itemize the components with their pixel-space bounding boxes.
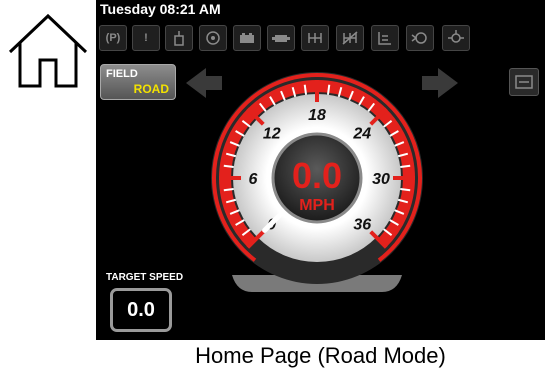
gauge-tick-label: 6: [249, 171, 258, 188]
gauge-tick-label: 36: [353, 216, 371, 233]
parking-brake-glyph: (P): [105, 32, 121, 44]
gauge-tick-label: 24: [352, 126, 371, 143]
gauge-minor-tick: [303, 84, 308, 95]
gauge-tick-label: 12: [263, 126, 281, 143]
parking-brake-icon: (P): [99, 25, 127, 51]
datetime: Tuesday 08:21 AM: [100, 1, 221, 17]
target-speed-input[interactable]: 0.0: [110, 288, 172, 332]
filter-icon: [442, 25, 470, 51]
mode-road-label: ROAD: [133, 82, 169, 96]
target-speed-label: TARGET SPEED: [106, 272, 184, 283]
transmission-fault-icon: [336, 25, 364, 51]
engine-oil-pressure-icon: [199, 25, 227, 51]
gauge-minor-tick: [223, 164, 234, 169]
hydraulic-level-icon: [371, 25, 399, 51]
side-menu-button[interactable]: [509, 68, 539, 96]
vehicle-display: Tuesday 08:21 AM (P)! FIELD ROAD 6 12 18…: [96, 0, 545, 340]
pump-icon: [406, 25, 434, 51]
home-icon[interactable]: [6, 12, 90, 90]
field-road-mode-button[interactable]: FIELD ROAD: [100, 64, 176, 100]
warning-icon: !: [132, 25, 160, 51]
engine-icon: [267, 25, 295, 51]
page-caption: Home Page (Road Mode): [195, 343, 446, 368]
gauge-tick-label: 30: [372, 171, 390, 188]
transmission-icon: [301, 25, 329, 51]
gauge-minor-tick: [400, 187, 411, 192]
gauge-minor-tick: [326, 84, 331, 95]
speed-value: 0.0: [292, 155, 342, 196]
warning-glyph: !: [144, 32, 148, 44]
gauge-minor-tick: [400, 164, 411, 169]
gauge-minor-tick: [223, 187, 234, 192]
mode-field-label: FIELD: [106, 68, 138, 80]
warning-icon-bar: (P)!: [96, 22, 545, 58]
speedometer-gauge: 061218243036 0.0 MPH: [211, 72, 423, 292]
speed-unit: MPH: [299, 197, 335, 214]
screen-icon: [515, 75, 533, 89]
gauge-tick-label: 18: [308, 107, 326, 124]
battery-icon: [233, 25, 261, 51]
fuel-filter-icon: [165, 25, 193, 51]
